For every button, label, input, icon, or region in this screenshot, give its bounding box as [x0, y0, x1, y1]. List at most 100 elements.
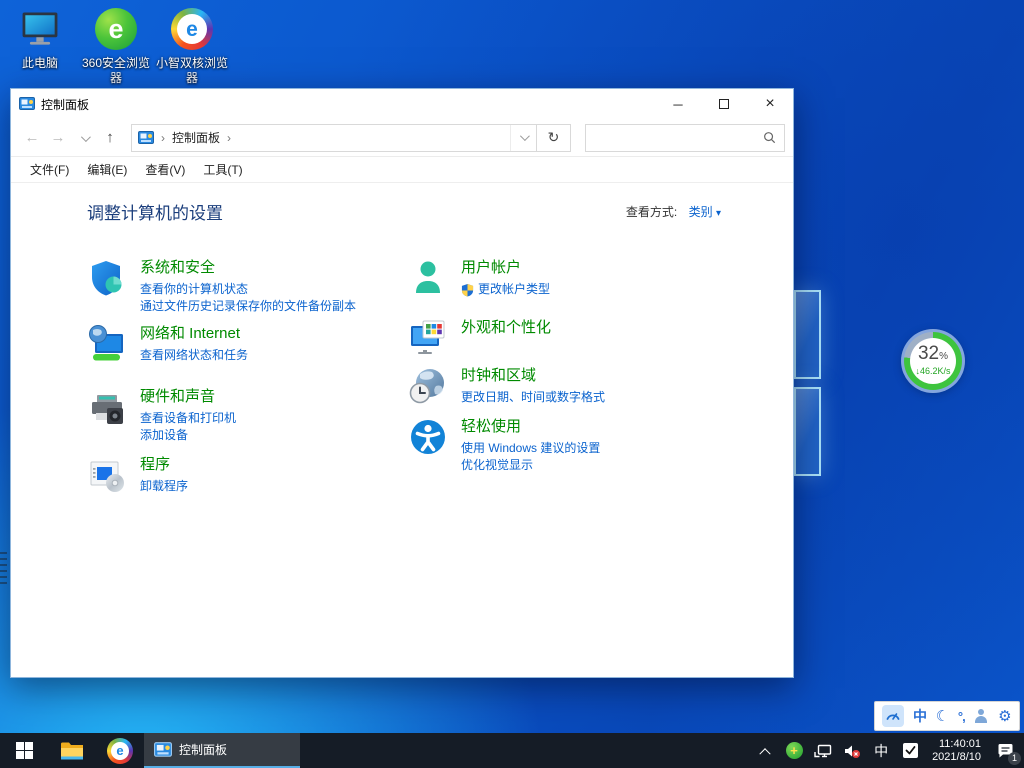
category-link[interactable]: 使用 Windows 建议的设置: [461, 440, 600, 457]
ime-settings-gear-icon[interactable]: ⚙: [998, 707, 1011, 725]
title-bar[interactable]: 控制面板 ─ ×: [11, 89, 793, 119]
category-title[interactable]: 用户帐户: [461, 258, 521, 278]
up-button[interactable]: ↑: [97, 129, 123, 146]
menu-view[interactable]: 查看(V): [136, 161, 194, 178]
maximize-icon: [719, 99, 729, 109]
search-box[interactable]: [585, 124, 785, 152]
view-by-label: 查看方式:: [626, 205, 677, 219]
category-title[interactable]: 轻松使用: [461, 417, 521, 437]
tray-network-icon[interactable]: [812, 739, 834, 763]
speaker-muted-icon: [843, 743, 861, 759]
taskbar-browser[interactable]: e: [96, 733, 144, 768]
ime-language-icon[interactable]: 中: [913, 706, 927, 726]
menu-edit[interactable]: 编辑(E): [78, 161, 136, 178]
category-link[interactable]: 更改帐户类型: [461, 281, 550, 298]
net-percent: 32: [918, 343, 939, 364]
menu-tools[interactable]: 工具(T): [194, 161, 251, 178]
xiaozhi-browser-icon: e: [169, 6, 215, 52]
chevron-down-icon: [80, 132, 90, 142]
menu-file[interactable]: 文件(F): [21, 161, 78, 178]
category-link[interactable]: 优化视觉显示: [461, 457, 600, 474]
desktop-icon-360-browser[interactable]: e 360安全浏览器: [78, 6, 154, 86]
system-tray: + 中 11:40:01 2021/8/1: [754, 733, 1024, 768]
tray-volume-muted[interactable]: [841, 739, 863, 763]
notification-badge: 1: [1008, 752, 1021, 765]
antivirus-icon: +: [786, 742, 803, 759]
category-title[interactable]: 网络和 Internet: [140, 324, 240, 344]
category-programs: 程序 卸载程序: [87, 455, 408, 495]
windows-logo-icon: [16, 742, 33, 759]
category-title[interactable]: 外观和个性化: [461, 318, 551, 338]
category-link[interactable]: 查看设备和打印机: [140, 410, 236, 427]
tray-time: 11:40:01: [932, 738, 981, 751]
breadcrumb-separator: ›: [161, 131, 165, 145]
desktop-icon-area: 此电脑 e 360安全浏览器 e 小智双核浏览器: [2, 6, 230, 86]
category-title[interactable]: 系统和安全: [140, 258, 215, 278]
ime-fullwidth-moon-icon[interactable]: ☾: [936, 707, 949, 725]
ease-of-access-icon[interactable]: [408, 417, 448, 457]
back-button[interactable]: ←: [19, 129, 45, 146]
taskbar-file-explorer[interactable]: [48, 733, 96, 768]
start-button[interactable]: [0, 733, 48, 768]
desktop-icon-label: 此电脑: [2, 56, 78, 71]
navigation-bar: ← → ↑ › 控制面板 › ↻: [11, 119, 793, 157]
taskbar-task-control-panel[interactable]: 控制面板: [144, 733, 300, 768]
tray-security-check[interactable]: [899, 739, 921, 763]
recent-pages-dropdown[interactable]: [71, 129, 97, 146]
browser-icon: e: [107, 738, 133, 764]
menu-bar: 文件(F) 编辑(E) 查看(V) 工具(T): [11, 157, 793, 183]
category-system-security: 系统和安全 查看你的计算机状态 通过文件历史记录保存你的文件备份副本: [87, 258, 408, 315]
desktop-icon-this-pc[interactable]: 此电脑: [2, 6, 78, 86]
page-title: 调整计算机的设置: [87, 199, 223, 224]
net-speed-value: 46.2K/s: [920, 366, 951, 376]
category-title[interactable]: 程序: [140, 455, 170, 475]
control-panel-icon: [138, 130, 154, 146]
control-panel-icon: [19, 96, 35, 112]
control-panel-window: 控制面板 ─ × ← → ↑ › 控制面板 › ↻: [10, 88, 794, 678]
maximize-button[interactable]: [701, 89, 747, 119]
control-panel-icon: [154, 741, 172, 759]
minimize-button[interactable]: ─: [655, 89, 701, 119]
ime-speed-icon[interactable]: [882, 705, 904, 727]
close-button[interactable]: ×: [747, 89, 793, 119]
address-bar[interactable]: › 控制面板 ›: [131, 124, 537, 152]
taskbar: e 控制面板 +: [0, 733, 1024, 768]
forward-button[interactable]: →: [45, 129, 71, 146]
window-title: 控制面板: [41, 96, 89, 113]
breadcrumb-item[interactable]: 控制面板: [172, 129, 220, 146]
tray-360-icon[interactable]: +: [783, 739, 805, 763]
network-internet-icon[interactable]: [87, 324, 127, 364]
clock-region-icon[interactable]: [408, 366, 448, 406]
category-ease-of-access: 轻松使用 使用 Windows 建议的设置 优化视觉显示: [408, 417, 605, 474]
category-title[interactable]: 硬件和声音: [140, 387, 215, 407]
category-link[interactable]: 查看你的计算机状态: [140, 281, 356, 298]
tray-input-indicator[interactable]: 中: [870, 739, 892, 763]
net-speed-widget[interactable]: 32% ↓46.2K/s: [901, 329, 965, 393]
ime-profile-icon[interactable]: [973, 708, 989, 724]
category-title[interactable]: 时钟和区域: [461, 366, 536, 386]
programs-icon[interactable]: [87, 455, 127, 495]
view-by-selector[interactable]: 类别 ▾: [689, 205, 721, 219]
appearance-personalization-icon[interactable]: [408, 318, 448, 358]
category-link[interactable]: 更改日期、时间或数字格式: [461, 389, 605, 406]
category-link[interactable]: 查看网络状态和任务: [140, 347, 248, 364]
hardware-sound-icon[interactable]: [87, 387, 127, 427]
search-icon: [763, 131, 776, 144]
tray-show-hidden-icons[interactable]: [754, 739, 776, 763]
desktop-icon-xiaozhi-browser[interactable]: e 小智双核浏览器: [154, 6, 230, 86]
user-accounts-icon[interactable]: [408, 258, 448, 298]
system-security-icon[interactable]: [87, 258, 127, 298]
category-link[interactable]: 卸载程序: [140, 478, 188, 495]
tray-clock[interactable]: 11:40:01 2021/8/10: [928, 738, 985, 764]
action-center-button[interactable]: 1: [992, 739, 1018, 763]
refresh-button[interactable]: ↻: [537, 124, 571, 152]
category-user-accounts: 用户帐户 更改帐户类型: [408, 258, 605, 298]
desktop-watermark: [0, 552, 7, 586]
address-dropdown[interactable]: [510, 125, 536, 151]
task-label: 控制面板: [179, 741, 227, 758]
category-link[interactable]: 添加设备: [140, 427, 236, 444]
ime-punctuation-icon[interactable]: °,: [958, 709, 965, 724]
search-input[interactable]: [594, 131, 763, 145]
category-link[interactable]: 通过文件历史记录保存你的文件备份副本: [140, 298, 356, 315]
category-clock-region: 时钟和区域 更改日期、时间或数字格式: [408, 366, 605, 406]
